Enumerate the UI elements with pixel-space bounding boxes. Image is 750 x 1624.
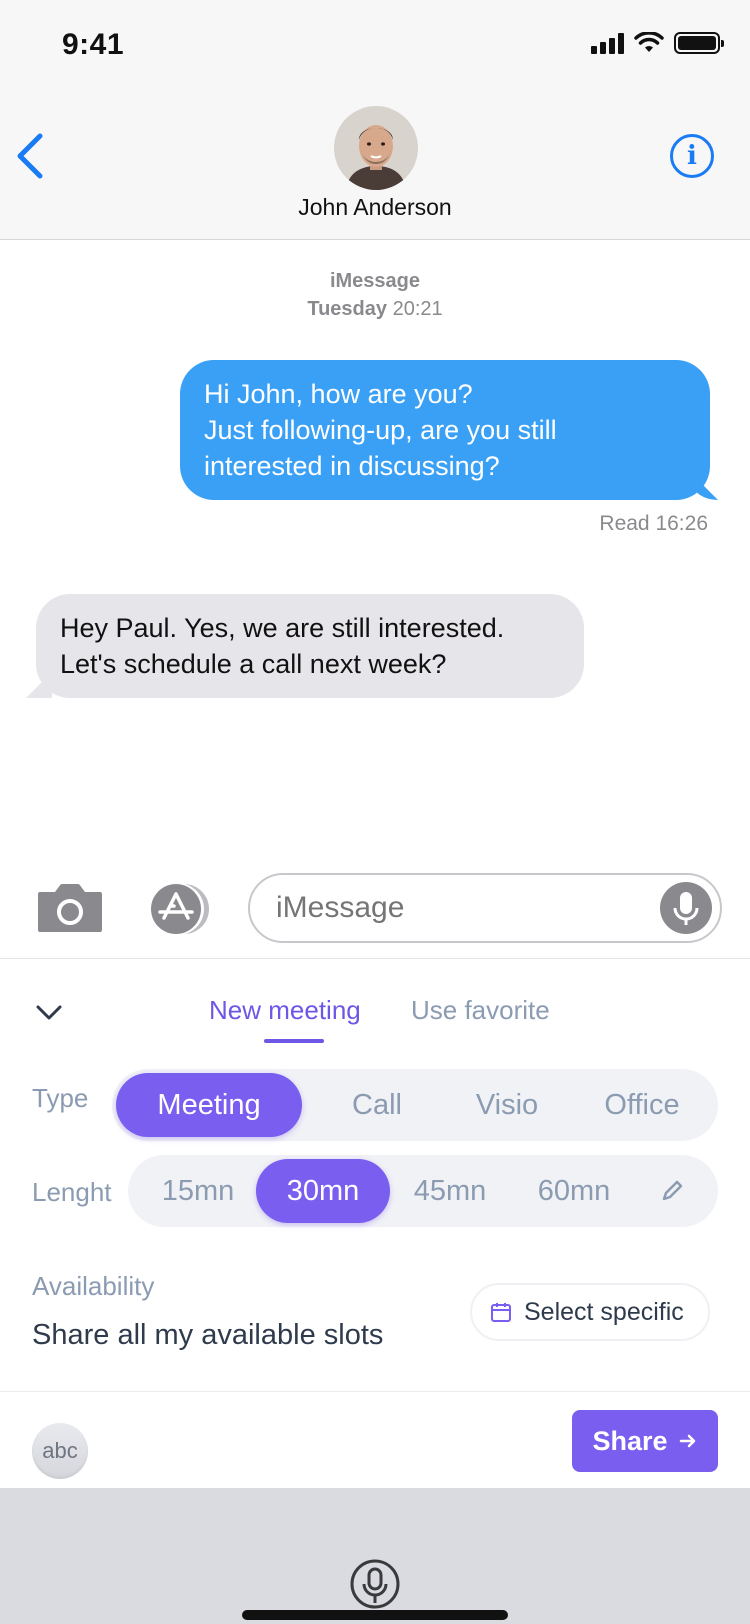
availability-value: Share all my available slots [32,1319,384,1351]
avatar[interactable] [334,106,418,190]
back-button[interactable] [12,128,52,184]
availability-label: Availability [32,1271,155,1301]
share-label: Share [592,1425,668,1456]
share-button[interactable]: Share [572,1410,718,1472]
info-icon: i [687,141,697,171]
type-option-meeting[interactable]: Meeting [116,1073,302,1137]
message-line: Let's schedule a call next week? [60,649,447,679]
type-label: Type [32,1083,89,1113]
type-selector: Meeting Call Visio Office [112,1069,718,1141]
read-receipt: Read 16:26 [599,512,708,535]
length-option-15[interactable]: 15mn [138,1155,258,1227]
select-specific-label: Select specific [524,1297,684,1326]
app-store-icon [151,883,209,935]
length-label: Lenght [32,1177,112,1207]
timestamp-time: 20:21 [392,298,443,320]
home-indicator [242,1610,508,1620]
timestamp-day: Tuesday [307,298,388,320]
keyboard-toggle-button[interactable]: abc [32,1423,88,1479]
status-icons [591,32,724,54]
tab-new-meeting[interactable]: New meeting [209,995,361,1026]
battery-icon [674,32,724,54]
imessage-input[interactable] [248,873,722,943]
length-option-30[interactable]: 30mn [256,1159,390,1223]
camera-button[interactable] [36,882,104,934]
message-line: interested in discussing? [204,451,500,481]
wifi-icon [634,32,664,52]
chevron-left-icon [17,133,43,179]
active-tab-indicator [264,1039,324,1043]
incoming-message-bubble[interactable]: Hey Paul. Yes, we are still interested. … [36,594,584,698]
type-option-call[interactable]: Call [312,1069,442,1141]
divider [0,1391,750,1392]
edit-length-button[interactable] [658,1177,686,1205]
length-option-60[interactable]: 60mn [512,1155,636,1227]
dictation-microphone-icon [350,1559,400,1609]
contact-photo [334,106,418,190]
select-specific-button[interactable]: Select specific [470,1283,710,1341]
cellular-signal-icon [591,32,624,54]
contact-name[interactable]: John Anderson [0,194,750,221]
length-selector: 15mn 30mn 45mn 60mn [128,1155,718,1227]
collapse-button[interactable] [34,1001,64,1025]
arrow-right-icon [679,1434,695,1448]
timestamp: Tuesday 20:21 [0,295,750,323]
microphone-icon [673,892,699,925]
app-store-button[interactable] [146,882,214,936]
tab-use-favorite[interactable]: Use favorite [411,995,550,1026]
audio-record-button[interactable] [660,882,712,934]
meeting-scheduler-panel: New meeting Use favorite Type Meeting Ca… [0,958,750,1488]
camera-icon [38,884,102,932]
chevron-down-icon [36,1005,62,1020]
status-time: 9:41 [62,28,125,61]
outgoing-message-bubble[interactable]: Hi John, how are you? Just following-up,… [180,360,710,500]
conversation-meta: iMessage Tuesday 20:21 [0,267,750,323]
pencil-icon [662,1180,683,1201]
message-line: Hi John, how are you? [204,379,473,409]
navigation-header: 9:41 John Anderson i [0,0,750,240]
message-line: Hey Paul. Yes, we are still interested. [60,613,505,643]
dictation-button[interactable] [349,1558,401,1610]
type-option-visio[interactable]: Visio [442,1069,572,1141]
message-line: Just following-up, are you still [204,415,557,445]
type-option-office[interactable]: Office [572,1069,712,1141]
calendar-icon [491,1303,511,1322]
service-label: iMessage [329,270,421,292]
info-button[interactable]: i [670,134,714,178]
length-option-45[interactable]: 45mn [388,1155,512,1227]
